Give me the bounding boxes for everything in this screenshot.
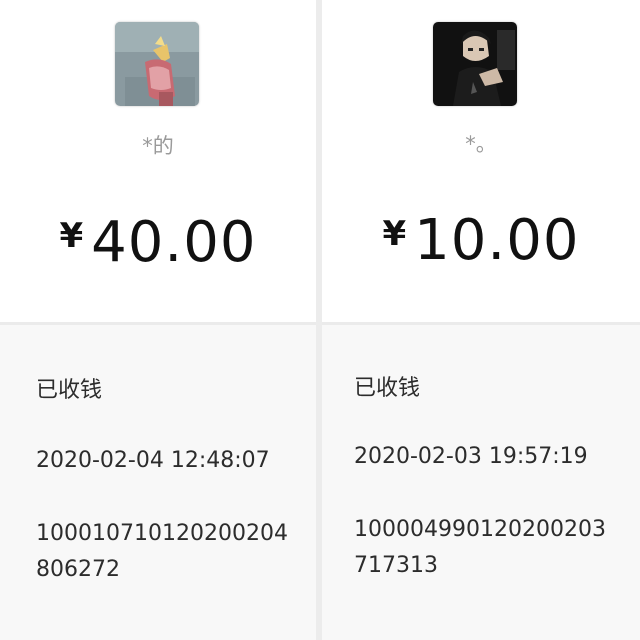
transaction-id-line: 100004990120200203 — [354, 517, 606, 542]
amount-value: 10.00 — [414, 208, 580, 273]
transaction-id-line: 806272 — [36, 557, 120, 582]
currency-symbol: ¥ — [59, 216, 84, 256]
transaction-id-line: 100010710120200204 — [36, 521, 288, 546]
receipt-panel-left: *的 ¥40.00 已收钱 2020-02-04 12:48:07 100010… — [0, 0, 316, 640]
currency-symbol: ¥ — [382, 214, 407, 254]
transaction-id-line: 717313 — [354, 553, 438, 578]
payment-status: 已收钱 — [36, 378, 103, 403]
payer-nickname: *的 — [142, 134, 174, 158]
payment-amount: ¥40.00 — [0, 210, 316, 275]
payer-avatar-icon[interactable] — [115, 22, 199, 106]
payer-nickname: *。 — [465, 132, 497, 156]
payment-amount: ¥10.00 — [322, 208, 640, 273]
payment-status: 已收钱 — [354, 376, 421, 401]
payment-time: 2020-02-03 19:57:19 — [354, 444, 588, 469]
payment-time: 2020-02-04 12:48:07 — [36, 448, 270, 473]
receipt-panel-right: *。 ¥10.00 已收钱 2020-02-03 19:57:19 100004… — [322, 0, 640, 640]
amount-value: 40.00 — [91, 210, 257, 275]
transaction-id: 100004990120200203 717313 — [354, 512, 606, 584]
payer-avatar-icon[interactable] — [433, 22, 517, 106]
transaction-id: 100010710120200204 806272 — [36, 516, 288, 588]
